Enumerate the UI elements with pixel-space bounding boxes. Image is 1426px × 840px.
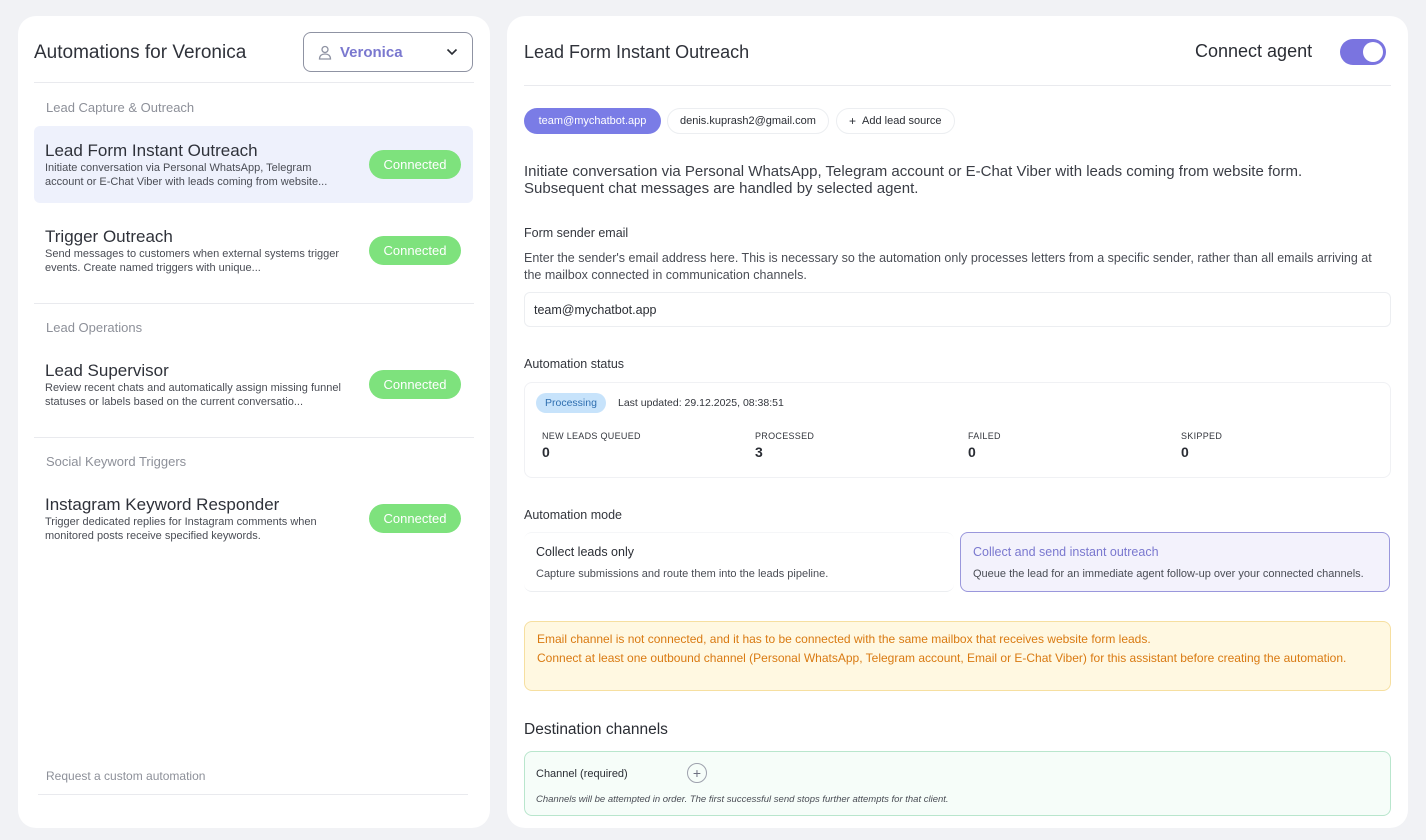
automation-item-name: Instagram Keyword Responder: [45, 495, 280, 514]
automation-item-name: Trigger Outreach: [45, 227, 173, 246]
destination-channels-title: Destination channels: [524, 721, 668, 738]
add-channel-button[interactable]: +: [687, 763, 707, 783]
group-title-lead-capture: Lead Capture & Outreach: [46, 100, 195, 115]
automation-item-desc: Send messages to customers when external…: [45, 248, 340, 274]
form-sender-email-label: Form sender email: [524, 226, 629, 240]
lead-source-chip-denis[interactable]: denis.kuprash2@gmail.com: [667, 108, 829, 134]
mode-option-title: Collect leads only: [536, 545, 634, 559]
warning-banner: Email channel is not connected, and it h…: [524, 621, 1391, 691]
status-badge: Connected: [369, 504, 461, 533]
mode-option-collect-and-send[interactable]: Collect and send instant outreach Queue …: [960, 532, 1390, 592]
divider: [524, 85, 1391, 86]
agent-select-value: Veronica: [340, 43, 403, 61]
plus-icon: +: [849, 114, 857, 128]
stat-value: 0: [1181, 444, 1189, 460]
status-badge: Connected: [369, 236, 461, 265]
divider: [38, 794, 468, 795]
warning-outbound-channel: Connect at least one outbound channel (P…: [537, 651, 1347, 665]
connect-agent-toggle[interactable]: [1340, 39, 1386, 65]
mode-option-desc: Capture submissions and route them into …: [536, 568, 829, 580]
automation-item-desc: Trigger dedicated replies for Instagram …: [45, 516, 317, 542]
channel-order-hint: Channels will be attempted in order. The…: [536, 794, 949, 805]
group-title-lead-operations: Lead Operations: [46, 320, 143, 335]
stat-value: 0: [968, 444, 976, 460]
automation-item-lead-supervisor[interactable]: Lead Supervisor Review recent chats and …: [34, 346, 473, 423]
divider: [34, 82, 474, 83]
group-title-social-keyword: Social Keyword Triggers: [46, 454, 187, 469]
stat-label: NEW LEADS QUEUED: [542, 431, 641, 441]
stat-value: 0: [542, 444, 550, 460]
divider: [34, 437, 474, 438]
automation-item-instagram-keyword[interactable]: Instagram Keyword Responder Trigger dedi…: [34, 480, 473, 557]
processing-badge: Processing: [536, 393, 606, 413]
stat-skipped: SKIPPED 0: [1181, 431, 1222, 460]
mode-option-desc: Queue the lead for an immediate agent fo…: [973, 568, 1364, 580]
automation-item-desc: Review recent chats and automatically as…: [45, 382, 341, 408]
channel-required-label: Channel (required): [536, 768, 628, 780]
automation-status-card: Processing Last updated: 29.12.2025, 08:…: [524, 382, 1391, 478]
automation-detail-panel: Lead Form Instant Outreach Connect agent…: [507, 16, 1408, 828]
status-badge: Connected: [369, 150, 461, 179]
automation-item-lead-form[interactable]: Lead Form Instant Outreach Initiate conv…: [34, 126, 473, 203]
automation-item-desc: Initiate conversation via Personal Whats…: [45, 162, 328, 188]
stat-failed: FAILED 0: [968, 431, 1001, 460]
automations-sidebar: Automations for Veronica Veronica Lead C…: [18, 16, 490, 828]
chevron-down-icon: [446, 48, 458, 56]
stat-label: PROCESSED: [755, 431, 815, 441]
automation-item-trigger-outreach[interactable]: Trigger Outreach Send messages to custom…: [34, 212, 473, 289]
status-badge: Connected: [369, 370, 461, 399]
stat-value: 3: [755, 444, 763, 460]
stat-label: SKIPPED: [1181, 431, 1223, 441]
automation-item-name: Lead Supervisor: [45, 361, 169, 380]
stat-processed: PROCESSED 3: [755, 431, 814, 460]
form-sender-email-input[interactable]: team@mychatbot.app: [524, 292, 1391, 327]
add-lead-source-button[interactable]: + Add lead source: [836, 108, 955, 134]
automation-item-name: Lead Form Instant Outreach: [45, 141, 258, 160]
add-lead-source-label: Add lead source: [862, 115, 942, 127]
user-icon: [318, 45, 332, 60]
page-title: Lead Form Instant Outreach: [524, 42, 750, 62]
mode-option-collect-only[interactable]: Collect leads only Capture submissions a…: [524, 532, 954, 592]
request-custom-automation-link[interactable]: Request a custom automation: [46, 769, 205, 783]
last-updated-text: Last updated: 29.12.2025, 08:38:51: [618, 397, 784, 409]
lead-source-chip-team[interactable]: team@mychatbot.app: [524, 108, 661, 134]
automation-status-label: Automation status: [524, 357, 625, 371]
toggle-knob: [1363, 42, 1383, 62]
form-sender-email-help: Enter the sender's email address here. T…: [524, 251, 1372, 282]
agent-select[interactable]: Veronica: [303, 32, 473, 72]
stat-label: FAILED: [968, 431, 1001, 441]
sidebar-title: Automations for Veronica: [34, 42, 247, 63]
destination-channels-card: Channel (required) + Channels will be at…: [524, 751, 1391, 816]
plus-icon: +: [692, 765, 702, 781]
mode-option-title: Collect and send instant outreach: [973, 545, 1159, 559]
automation-mode-label: Automation mode: [524, 508, 622, 522]
warning-email-channel: Email channel is not connected, and it h…: [537, 632, 1151, 646]
divider: [34, 303, 474, 304]
stat-new-leads-queued: NEW LEADS QUEUED 0: [542, 431, 641, 460]
connect-agent-label: Connect agent: [1195, 41, 1313, 61]
automation-description: Initiate conversation via Personal Whats…: [524, 163, 1303, 197]
